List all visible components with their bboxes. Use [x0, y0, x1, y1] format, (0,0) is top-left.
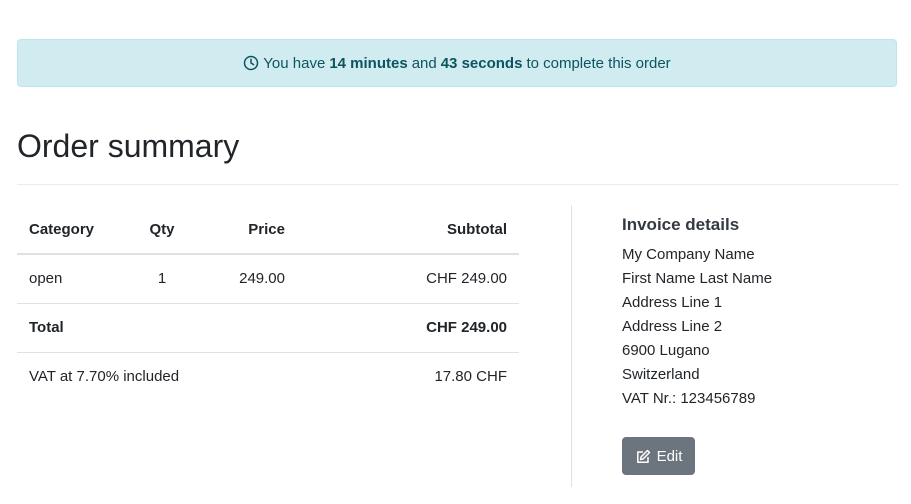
- total-value: CHF 249.00: [297, 302, 519, 352]
- header-category: Category: [17, 205, 137, 255]
- row-subtotal: CHF 249.00: [426, 270, 507, 288]
- row-category: open: [29, 270, 63, 288]
- invoice-name: First Name Last Name: [622, 270, 773, 287]
- page-title: Order summary: [17, 128, 240, 164]
- invoice-heading: Invoice details: [622, 215, 740, 234]
- vat-value: 17.80 CHF: [297, 351, 519, 401]
- vat-row: VAT at 7.70% included 17.80 CHF: [17, 351, 519, 401]
- total-label: Total: [17, 302, 137, 352]
- order-table: Category Qty Price Subtotal open 1 249.0…: [17, 205, 519, 401]
- invoice-city: 6900 Lugano: [622, 342, 710, 359]
- invoice-vat-number: VAT Nr.: 123456789: [622, 390, 756, 407]
- invoice-country: Switzerland: [622, 366, 700, 383]
- invoice-company: My Company Name: [622, 246, 755, 263]
- row-qty: 1: [157, 270, 167, 288]
- edit-invoice-button[interactable]: Edit: [622, 437, 695, 475]
- header-subtotal: Subtotal: [297, 205, 519, 255]
- table-row: open 1 249.00 CHF 249.00: [17, 254, 519, 303]
- timer-seconds: 43 seconds: [440, 54, 523, 72]
- vat-label: VAT at 7.70% included: [17, 351, 297, 401]
- order-timer-alert: You have 14 minutes and 43 seconds to co…: [17, 39, 897, 87]
- row-price: 249.00: [239, 270, 285, 288]
- title-divider: [17, 184, 899, 185]
- timer-minutes: 14 minutes: [329, 54, 408, 72]
- timer-joiner: and: [411, 54, 437, 72]
- edit-button-label: Edit: [656, 447, 683, 465]
- invoice-details: Invoice details My Company Name First Na…: [622, 215, 772, 411]
- total-row: Total CHF 249.00: [17, 302, 519, 352]
- timer-suffix: to complete this order: [526, 54, 671, 72]
- table-header-row: Category Qty Price Subtotal: [17, 205, 519, 255]
- clock-icon: [243, 55, 259, 71]
- timer-prefix: You have: [263, 54, 326, 72]
- header-price: Price: [187, 205, 297, 255]
- header-qty: Qty: [137, 205, 187, 255]
- invoice-address-2: Address Line 2: [622, 318, 723, 335]
- edit-icon: [635, 448, 652, 465]
- invoice-address-1: Address Line 1: [622, 294, 723, 311]
- column-divider: [571, 205, 572, 487]
